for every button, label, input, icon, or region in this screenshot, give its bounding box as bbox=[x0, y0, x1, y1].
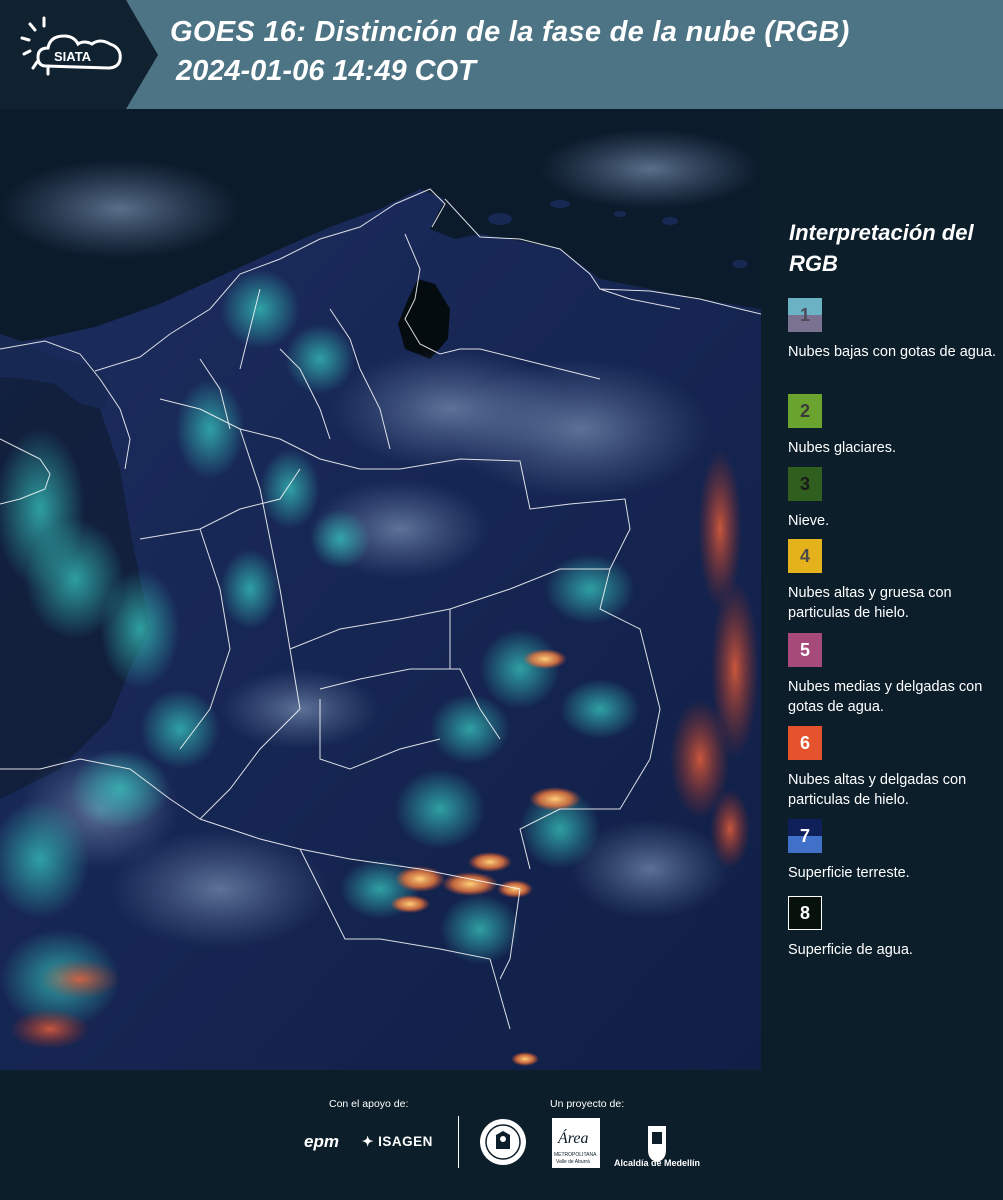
legend-item-5: 5 Nubes medias y delgadas con gotas de a… bbox=[788, 633, 998, 717]
legend-swatch-8: 8 bbox=[788, 896, 822, 930]
area-metropolitana-logo: Área METROPOLITANA Valle de Aburrá bbox=[552, 1118, 600, 1168]
siata-logo: SIATA bbox=[0, 0, 158, 109]
legend-swatch-7: 7 bbox=[788, 819, 822, 853]
header-bar: SIATA GOES 16: Distinción de la fase de … bbox=[0, 0, 1003, 109]
epm-logo: epm bbox=[304, 1132, 339, 1151]
support-label: Con el apoyo de: bbox=[329, 1098, 409, 1110]
svg-text:Área: Área bbox=[557, 1128, 589, 1147]
legend-label-1: Nubes bajas con gotas de agua. bbox=[788, 344, 996, 360]
legend-item-7: 7 Superficie terreste. bbox=[788, 819, 998, 883]
image-timestamp: 2024-01-06 14:49 COT bbox=[176, 55, 476, 87]
project-label: Un proyecto de: bbox=[550, 1098, 625, 1110]
svg-text:METROPOLITANA: METROPOLITANA bbox=[554, 1152, 597, 1158]
legend-swatch-4: 4 bbox=[788, 539, 822, 573]
footer-divider bbox=[458, 1116, 459, 1168]
alcaldia-label: Alcaldía de Medellín bbox=[613, 1158, 701, 1168]
legend-swatch-6: 6 bbox=[788, 726, 822, 760]
universidad-seal-icon bbox=[480, 1119, 526, 1165]
svg-text:SIATA: SIATA bbox=[54, 49, 92, 64]
isagen-logo: ✦ ISAGEN bbox=[362, 1134, 433, 1149]
legend-item-1: 1 Nubes bajas con gotas de agua. bbox=[788, 298, 998, 362]
legend-title: Interpretación del RGB bbox=[789, 220, 974, 276]
legend-label-8: Superficie de agua. bbox=[788, 942, 913, 958]
legend-swatch-5: 5 bbox=[788, 633, 822, 667]
legend-panel: Interpretación del RGB 1 Nubes bajas con… bbox=[761, 109, 1003, 1070]
legend-item-4: 4 Nubes altas y gruesa con particulas de… bbox=[788, 539, 998, 623]
satellite-rgb-map bbox=[0, 109, 761, 1070]
legend-label-4: Nubes altas y gruesa con particulas de h… bbox=[788, 585, 952, 621]
legend-label-7: Superficie terreste. bbox=[788, 865, 910, 881]
legend-item-8: 8 Superficie de agua. bbox=[788, 896, 998, 960]
legend-label-2: Nubes glaciares. bbox=[788, 440, 896, 456]
footer: Con el apoyo de: Un proyecto de: epm ✦ I… bbox=[0, 1070, 1003, 1200]
legend-item-3: 3 Nieve. bbox=[788, 467, 998, 531]
legend-label-6: Nubes altas y delgadas con particulas de… bbox=[788, 772, 967, 808]
legend-label-5: Nubes medias y delgadas con gotas de agu… bbox=[788, 679, 983, 715]
legend-item-6: 6 Nubes altas y delgadas con particulas … bbox=[788, 726, 998, 810]
legend-swatch-2: 2 bbox=[788, 394, 822, 428]
legend-swatch-1: 1 bbox=[788, 298, 822, 332]
legend-item-2: 2 Nubes glaciares. bbox=[788, 394, 998, 458]
isagen-star-icon: ✦ bbox=[362, 1134, 379, 1149]
page-title: GOES 16: Distinción de la fase de la nub… bbox=[170, 16, 850, 48]
svg-text:Valle de Aburrá: Valle de Aburrá bbox=[556, 1159, 590, 1165]
legend-label-3: Nieve. bbox=[788, 513, 830, 529]
legend-swatch-3: 3 bbox=[788, 467, 822, 501]
